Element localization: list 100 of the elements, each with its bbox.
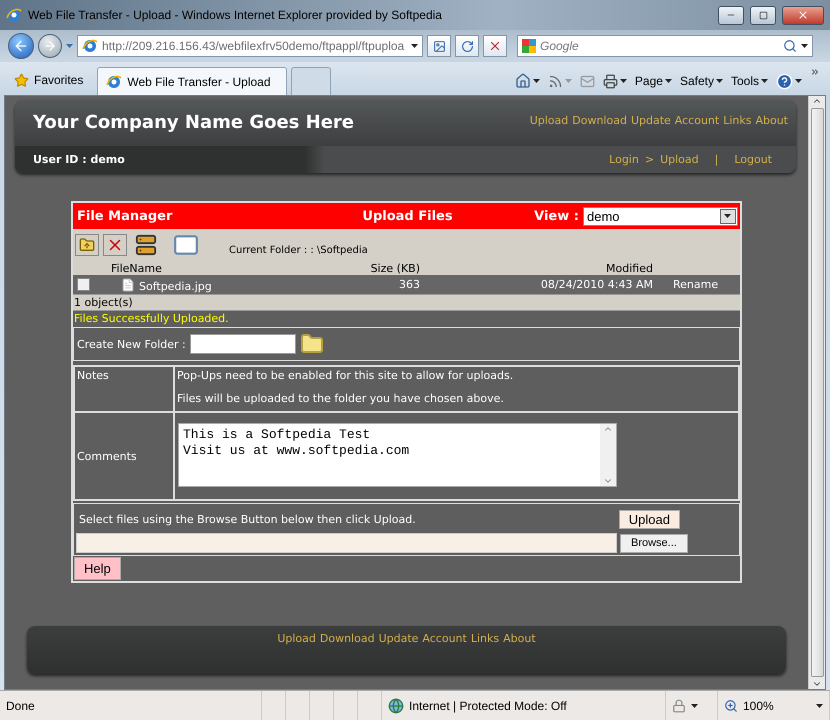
view-select[interactable]: demo xyxy=(582,206,738,226)
forward-button[interactable] xyxy=(38,34,62,58)
lock-icon[interactable] xyxy=(672,698,686,712)
browser-tab[interactable]: Web File Transfer - Upload xyxy=(97,67,288,95)
zoom-icon[interactable] xyxy=(724,698,738,712)
footer-link[interactable]: Download xyxy=(320,632,375,645)
maximize-icon xyxy=(758,10,768,20)
caret-icon xyxy=(66,44,73,48)
feeds-button[interactable] xyxy=(548,74,572,88)
search-field[interactable]: Google xyxy=(517,35,813,57)
nav-link[interactable]: Upload xyxy=(530,114,568,146)
maximize-button[interactable] xyxy=(750,6,776,24)
footer-link[interactable]: About xyxy=(503,632,536,645)
nav-link[interactable]: Update xyxy=(630,114,671,146)
menu-button[interactable]: Tools xyxy=(730,74,768,88)
help-button[interactable] xyxy=(776,72,802,90)
note-text: Files will be uploaded to the folder you have chosen above. xyxy=(177,392,505,405)
home-button[interactable] xyxy=(514,73,540,89)
status-message: Files Successfully Uploaded. xyxy=(74,312,229,325)
browser-icon xyxy=(82,38,98,54)
arrow-right-icon xyxy=(43,39,57,53)
caret-icon xyxy=(664,79,672,83)
new-folder-icon[interactable] xyxy=(300,332,324,356)
more-icon[interactable] xyxy=(810,67,820,77)
file-name[interactable]: Softpedia.jpg xyxy=(139,276,212,293)
address-field[interactable]: http://209.216.156.43/webfilexfrv50demo/ftpappl/ftpuploa xyxy=(77,35,423,57)
menu-button[interactable]: Safety xyxy=(680,74,723,88)
instructions-text: Select files using the Browse Button below then click Upload. xyxy=(78,513,416,526)
stop-icon xyxy=(488,39,502,53)
delete-button[interactable] xyxy=(103,234,127,256)
caret-icon xyxy=(716,79,723,83)
column-header: FileName xyxy=(111,262,162,274)
compatibility-button[interactable] xyxy=(427,35,451,57)
user-id: User ID : demo xyxy=(33,153,125,166)
footer-link[interactable]: Update xyxy=(378,632,418,645)
panel-heading: Upload Files xyxy=(362,208,453,224)
caret-icon xyxy=(620,79,627,83)
company-name: Your Company Name Goes Here xyxy=(33,112,354,135)
nav-link[interactable]: Download xyxy=(572,114,627,146)
column-header: Size (KB) xyxy=(370,262,420,274)
browser-icon xyxy=(6,7,22,23)
folder-up-button[interactable] xyxy=(75,234,99,256)
footer-link[interactable]: Account xyxy=(422,632,467,645)
caret-icon xyxy=(801,44,808,48)
row-checkbox[interactable] xyxy=(77,278,90,291)
column-header: Modified xyxy=(606,262,653,274)
breadcrumb-link[interactable]: Login xyxy=(609,153,639,166)
object-count: 1 object(s) xyxy=(74,296,133,309)
breadcrumb-link[interactable]: Upload xyxy=(660,153,699,166)
caret-icon xyxy=(532,79,540,83)
row-label: Notes xyxy=(77,369,110,382)
zoom-level[interactable]: 100% xyxy=(743,698,774,712)
menu-button[interactable]: Page xyxy=(634,74,672,88)
upload-button[interactable]: Upload xyxy=(618,510,680,529)
window-title: Web File Transfer - Upload - Windows Internet Explorer provided by Softpedia xyxy=(28,8,443,22)
nav-link[interactable]: Links xyxy=(723,114,752,146)
caret-icon xyxy=(816,704,823,708)
caret-icon xyxy=(564,79,572,83)
print-button[interactable] xyxy=(602,74,627,88)
folder-name-field[interactable] xyxy=(190,334,296,354)
logout-link[interactable]: Logout xyxy=(734,153,772,166)
rename-link[interactable]: Rename xyxy=(653,278,718,291)
help-button[interactable]: Help xyxy=(74,557,121,580)
view-label: View : xyxy=(534,208,579,224)
file-path-field[interactable] xyxy=(76,533,617,553)
refresh-icon xyxy=(460,40,474,52)
close-button[interactable] xyxy=(782,6,824,24)
page-icon xyxy=(432,40,446,52)
mail-icon xyxy=(580,74,595,88)
file-icon xyxy=(121,278,135,292)
link-separator: | xyxy=(714,153,720,166)
minimize-button[interactable] xyxy=(718,6,744,24)
file-size: 363 xyxy=(399,278,420,291)
search-icon[interactable] xyxy=(783,39,797,53)
browser-icon xyxy=(106,74,122,90)
note-text: Pop-Ups need to be enabled for this site to allow for uploads. xyxy=(177,369,514,382)
current-folder: Current Folder : : \Softpedia xyxy=(229,244,368,256)
caret-icon xyxy=(691,704,698,708)
browse-button[interactable]: Browse... xyxy=(620,534,688,552)
favorites-button[interactable]: Favorites xyxy=(6,67,94,95)
feed-icon xyxy=(548,74,563,88)
globe-icon xyxy=(388,698,404,714)
back-button[interactable] xyxy=(8,33,34,59)
server-icon xyxy=(135,234,157,256)
footer-link[interactable]: Upload xyxy=(277,632,316,645)
nav-link[interactable]: About xyxy=(755,114,788,146)
home-icon xyxy=(514,73,531,89)
scrollbar[interactable] xyxy=(808,96,825,689)
field-label: Create New Folder : xyxy=(77,338,186,350)
folder-up-icon xyxy=(79,237,95,253)
breadcrumb-separator: > xyxy=(644,153,654,166)
row-label: Comments xyxy=(77,450,138,462)
panel-title: File Manager xyxy=(77,208,172,224)
refresh-button[interactable] xyxy=(455,35,479,57)
nav-link[interactable]: Account xyxy=(674,114,720,146)
footer-link[interactable]: Links xyxy=(470,632,500,645)
status-text: Done xyxy=(6,698,35,712)
stop-button[interactable] xyxy=(483,35,507,57)
close-icon xyxy=(797,9,809,21)
help-icon xyxy=(776,72,793,90)
